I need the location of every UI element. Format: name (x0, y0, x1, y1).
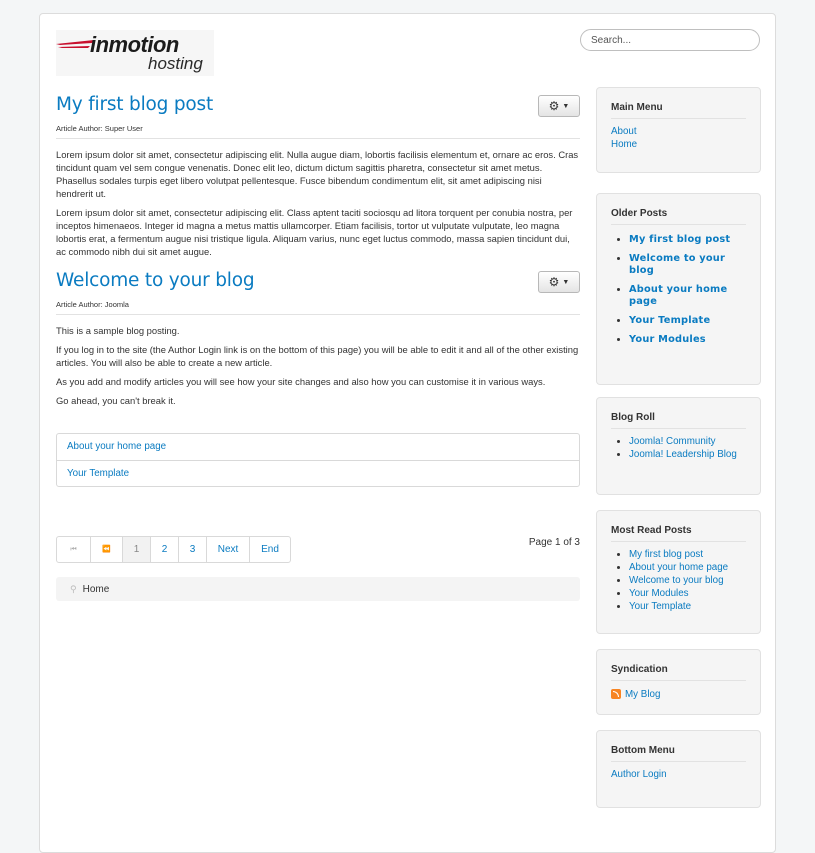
older-post-link[interactable]: Your Template (629, 315, 710, 326)
blog-roll-module: Blog Roll Joomla! Community Joomla! Lead… (596, 397, 761, 495)
article-paragraph: As you add and modify articles you will … (56, 376, 546, 387)
module-title: Bottom Menu (611, 745, 746, 762)
gear-icon: ⚙ (548, 99, 560, 113)
logo-word-hosting: hosting (148, 54, 203, 73)
older-post-link[interactable]: Your Modules (629, 334, 706, 345)
article-paragraph: Go ahead, you can't break it. (56, 395, 176, 406)
more-articles-list: About your home page Your Template (56, 433, 580, 487)
breadcrumb: ⚲ Home (56, 577, 580, 601)
more-article-link[interactable]: About your home page (67, 441, 166, 452)
article-paragraph: If you log in to the site (the Author Lo… (56, 344, 579, 368)
older-post-link[interactable]: My first blog post (629, 234, 730, 245)
chevron-down-icon: ▼ (562, 102, 570, 110)
module-title: Main Menu (611, 102, 746, 119)
search-input[interactable] (580, 29, 760, 51)
rss-feed-link[interactable]: My Blog (611, 689, 660, 700)
page-counter: Page 1 of 3 (528, 537, 580, 548)
gear-icon: ⚙ (548, 275, 560, 289)
breadcrumb-home: Home (82, 584, 110, 595)
blog-roll-link[interactable]: Joomla! Community (629, 436, 716, 447)
pagination: ⏮ ⏪ 1 2 3 Next End Page 1 of 3 (56, 536, 580, 563)
more-article-link[interactable]: Your Template (67, 468, 129, 479)
article-paragraph: Lorem ipsum dolor sit amet, consectetur … (56, 149, 579, 199)
site-logo[interactable]: inmotion hosting (56, 30, 214, 76)
page-3-button[interactable]: 3 (190, 544, 196, 555)
menu-item-about[interactable]: About (611, 126, 637, 137)
menu-item-home[interactable]: Home (611, 139, 637, 150)
page-1-button: 1 (122, 537, 150, 562)
article-author: Article Author: Joomla (56, 300, 580, 315)
article-paragraph: Lorem ipsum dolor sit amet, consectetur … (56, 207, 573, 257)
page-container: inmotion hosting My first blog post ⚙▼ A… (39, 13, 776, 853)
author-login-link[interactable]: Author Login (611, 769, 667, 780)
article-2: Welcome to your blog ⚙ ▼ Article Author: … (56, 268, 580, 407)
module-title: Blog Roll (611, 412, 746, 429)
page-prev-button: ⏪ (90, 537, 122, 562)
module-title: Older Posts (611, 208, 746, 225)
module-title: Syndication (611, 664, 746, 681)
blog-roll-link[interactable]: Joomla! Leadership Blog (629, 449, 737, 460)
most-read-module: Most Read Posts My first blog post About… (596, 510, 761, 634)
older-post-link[interactable]: Welcome to your blog (629, 253, 725, 276)
most-read-link[interactable]: Welcome to your blog (629, 575, 724, 586)
most-read-link[interactable]: My first blog post (629, 549, 703, 560)
older-posts-module: Older Posts My first blog post Welcome t… (596, 193, 761, 385)
list-item: Your Template (57, 460, 579, 486)
article-1: My first blog post ⚙ ▼ Article Author: Su… (56, 92, 580, 258)
page-end-button[interactable]: End (261, 544, 279, 555)
main-menu-module: Main Menu About Home (596, 87, 761, 173)
rss-icon (611, 689, 621, 700)
article-author: Article Author: Super User (56, 124, 580, 139)
most-read-link[interactable]: Your Template (629, 601, 691, 612)
page-next-button[interactable]: Next (218, 544, 239, 555)
sidebar: Main Menu About Home Older Posts My firs… (596, 87, 761, 808)
module-title: Most Read Posts (611, 525, 746, 542)
article-tools-button[interactable]: ⚙ ▼ (538, 95, 580, 117)
page-2-button[interactable]: 2 (162, 544, 168, 555)
article-title[interactable]: My first blog post (56, 94, 213, 115)
article-title[interactable]: Welcome to your blog (56, 270, 255, 291)
most-read-link[interactable]: About your home page (629, 562, 728, 573)
older-post-link[interactable]: About your home page (629, 284, 727, 307)
syndication-module: Syndication My Blog (596, 649, 761, 715)
main-content: My first blog post ⚙ ▼ Article Author: Su… (56, 92, 580, 601)
article-paragraph: This is a sample blog posting. (56, 325, 180, 336)
article-tools-button[interactable]: ⚙ ▼ (538, 271, 580, 293)
most-read-link[interactable]: Your Modules (629, 588, 689, 599)
bottom-menu-module: Bottom Menu Author Login (596, 730, 761, 808)
page-start-button: ⏮ (70, 546, 77, 553)
location-pin-icon: ⚲ (70, 584, 77, 594)
chevron-down-icon: ▼ (562, 278, 570, 286)
list-item: About your home page (57, 434, 579, 460)
